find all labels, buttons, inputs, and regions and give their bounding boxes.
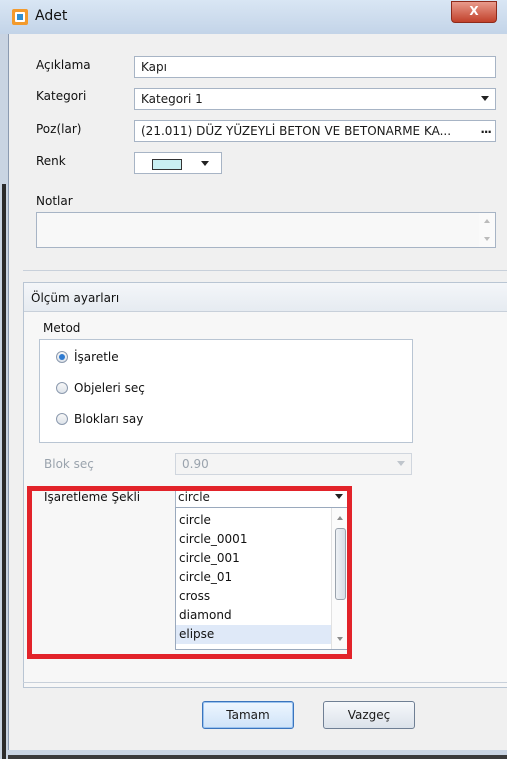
- close-button[interactable]: X: [451, 1, 497, 23]
- tamam-button[interactable]: Tamam: [202, 701, 294, 729]
- dialog-window: Adet X Açıklama Kapı Kategori Kategori 1…: [0, 0, 507, 759]
- window-title: Adet: [35, 8, 68, 24]
- color-swatch: [152, 159, 182, 170]
- scroll-down-icon: [484, 237, 490, 241]
- renk-label: Renk: [36, 154, 66, 168]
- chevron-down-icon: [397, 461, 405, 466]
- frame-shadow: [8, 755, 507, 759]
- radio-selected-icon: [56, 351, 68, 363]
- vazgec-button[interactable]: Vazgeç: [323, 701, 415, 729]
- red-annotation-box: [27, 486, 352, 659]
- title-bar[interactable]: Adet X: [0, 0, 507, 35]
- kategori-label: Kategori: [36, 89, 87, 103]
- aciklama-label: Açıklama: [36, 58, 91, 72]
- scroll-up-icon: [484, 219, 490, 223]
- notlar-scrollbar[interactable]: [479, 213, 495, 247]
- blok-sec-select: 0.90: [175, 453, 412, 475]
- radio-icon: [56, 382, 68, 394]
- notlar-textarea[interactable]: [36, 212, 496, 248]
- radio-objeleri-sec[interactable]: Objeleri seç: [56, 381, 145, 395]
- radio-icon: [56, 413, 68, 425]
- poz-input[interactable]: (21.011) DÜZ YÜZEYLİ BETON VE BETONARME …: [134, 120, 496, 142]
- aciklama-input[interactable]: Kapı: [134, 56, 496, 78]
- chevron-down-icon: [481, 96, 489, 101]
- separator: [23, 270, 507, 271]
- blok-sec-value: 0.90: [182, 457, 209, 471]
- notlar-label: Notlar: [36, 194, 73, 208]
- olcum-ayarlari-title: Ölçüm ayarları: [31, 291, 120, 305]
- app-icon: [12, 9, 28, 25]
- browse-button[interactable]: ...: [480, 122, 492, 136]
- window-frame-left: [0, 34, 8, 759]
- chevron-down-icon: [201, 161, 209, 166]
- blok-sec-label: Blok seç: [44, 457, 94, 471]
- metod-group: İşaretle Objeleri seç Blokları say: [39, 339, 413, 443]
- radio-label: Blokları say: [74, 412, 144, 426]
- button-bar-separator: [23, 682, 507, 683]
- radio-bloklari-say[interactable]: Blokları say: [56, 412, 143, 426]
- radio-label: İşaretle: [74, 350, 119, 364]
- radio-isaretle[interactable]: İşaretle: [56, 350, 119, 364]
- radio-label: Objeleri seç: [74, 381, 145, 395]
- kategori-value: Kategori 1: [141, 92, 203, 106]
- metod-title: Metod: [43, 321, 81, 335]
- poz-label: Poz(lar): [36, 122, 82, 136]
- renk-color-picker[interactable]: [134, 152, 222, 174]
- poz-value: (21.011) DÜZ YÜZEYLİ BETON VE BETONARME …: [141, 124, 452, 138]
- kategori-select[interactable]: Kategori 1: [134, 88, 496, 110]
- aciklama-value: Kapı: [141, 60, 167, 74]
